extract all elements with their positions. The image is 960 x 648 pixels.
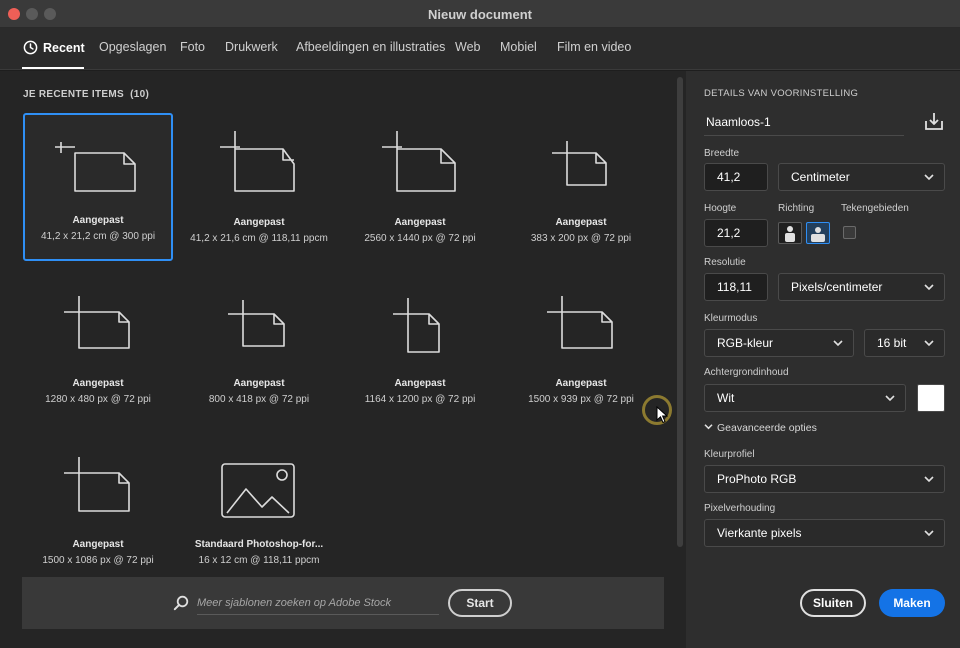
tab-film-video[interactable]: Film en video xyxy=(557,40,631,54)
chevron-down-icon xyxy=(924,284,934,291)
pixel-aspect-select[interactable]: Vierkante pixels xyxy=(704,519,945,547)
recent-item[interactable]: Standaard Photoshop-for... 16 x 12 cm @ … xyxy=(184,437,334,585)
chevron-down-icon xyxy=(924,530,934,537)
title-bar: Nieuw document xyxy=(0,0,960,28)
document-preset-icon xyxy=(547,296,613,349)
artboards-label: Tekengebieden xyxy=(841,203,909,214)
stock-search-bar: Start xyxy=(22,577,664,629)
width-input[interactable]: 41,2 xyxy=(704,163,768,191)
bit-depth-select[interactable]: 16 bit xyxy=(864,329,945,357)
advanced-options-toggle[interactable]: Geavanceerde opties xyxy=(704,422,817,434)
tab-web[interactable]: Web xyxy=(455,40,480,54)
artboards-checkbox[interactable] xyxy=(843,226,856,239)
save-preset-icon[interactable] xyxy=(924,111,944,131)
color-profile-label: Kleurprofiel xyxy=(704,449,755,460)
height-input[interactable]: 21,2 xyxy=(704,219,768,247)
chevron-down-icon xyxy=(704,424,713,430)
tab-recent-label: Recent xyxy=(43,41,85,55)
clock-icon xyxy=(23,40,38,55)
recent-item[interactable]: Aangepast 1500 x 1086 px @ 72 ppi xyxy=(23,437,173,585)
mouse-pointer-icon xyxy=(656,406,668,424)
document-preset-icon xyxy=(55,142,136,192)
resolution-unit-select[interactable]: Pixels/centimeter xyxy=(778,273,945,301)
width-label: Breedte xyxy=(704,148,740,159)
background-select[interactable]: Wit xyxy=(704,384,906,412)
recent-item[interactable]: Aangepast 1500 x 939 px @ 72 ppi xyxy=(506,276,656,424)
preset-details-panel: DETAILS VAN VOORINSTELLING Naamloos-1 Br… xyxy=(686,71,960,648)
preset-details-heading: DETAILS VAN VOORINSTELLING xyxy=(704,88,859,99)
portrait-orientation-button[interactable] xyxy=(778,222,802,244)
chevron-down-icon xyxy=(924,340,934,347)
tab-mobile[interactable]: Mobiel xyxy=(500,40,537,54)
height-label: Hoogte xyxy=(704,203,737,214)
recent-item[interactable]: Aangepast 1280 x 480 px @ 72 ppi xyxy=(23,276,173,424)
color-mode-select[interactable]: RGB-kleur xyxy=(704,329,854,357)
chevron-down-icon xyxy=(924,476,934,483)
recent-item[interactable]: Aangepast 383 x 200 px @ 72 ppi xyxy=(506,115,656,263)
document-preset-icon xyxy=(64,457,130,512)
document-preset-icon xyxy=(552,141,607,186)
search-icon xyxy=(173,595,189,611)
tab-recent[interactable]: Recent xyxy=(23,40,85,55)
recent-items-heading: JE RECENTE ITEMS (10) xyxy=(23,89,150,100)
create-button[interactable]: Maken xyxy=(879,589,945,617)
color-mode-label: Kleurmodus xyxy=(704,313,758,324)
document-preset-icon xyxy=(382,131,456,192)
stock-search-input[interactable] xyxy=(197,591,439,615)
portrait-person-icon xyxy=(785,226,795,242)
preset-name-field[interactable]: Naamloos-1 xyxy=(704,110,904,136)
tab-saved[interactable]: Opgeslagen xyxy=(99,40,166,54)
pixel-aspect-label: Pixelverhouding xyxy=(704,503,776,514)
chevron-down-icon xyxy=(833,340,843,347)
background-color-swatch[interactable] xyxy=(917,384,945,412)
recent-item[interactable]: Aangepast 800 x 418 px @ 72 ppi xyxy=(184,276,334,424)
landscape-person-icon xyxy=(811,227,825,242)
active-tab-indicator xyxy=(22,67,84,69)
document-preset-icon xyxy=(220,131,295,192)
recent-item[interactable]: Aangepast 2560 x 1440 px @ 72 ppi xyxy=(345,115,495,263)
category-tabs: Recent Opgeslagen Foto Drukwerk Afbeeldi… xyxy=(0,28,960,70)
recent-items-panel: JE RECENTE ITEMS (10) Aangepast 41,2 x 2… xyxy=(0,71,686,648)
close-button[interactable]: Sluiten xyxy=(800,589,866,617)
resolution-input[interactable]: 118,11 xyxy=(704,273,768,301)
chevron-down-icon xyxy=(924,174,934,181)
recent-items-count: (10) xyxy=(130,89,150,100)
width-unit-select[interactable]: Centimeter xyxy=(778,163,945,191)
tab-print[interactable]: Drukwerk xyxy=(225,40,278,54)
resolution-label: Resolutie xyxy=(704,257,746,268)
landscape-image-icon xyxy=(221,463,295,518)
recent-items-scrollbar[interactable] xyxy=(677,77,683,547)
tab-photo[interactable]: Foto xyxy=(180,40,205,54)
background-label: Achtergrondinhoud xyxy=(704,367,789,378)
recent-item[interactable]: Aangepast 41,2 x 21,2 cm @ 300 ppi xyxy=(23,113,173,261)
window-title: Nieuw document xyxy=(427,7,532,22)
start-search-button[interactable]: Start xyxy=(448,589,512,617)
recent-item[interactable]: Aangepast 1164 x 1200 px @ 72 ppi xyxy=(345,276,495,424)
landscape-orientation-button[interactable] xyxy=(806,222,830,244)
document-preset-icon xyxy=(228,300,285,347)
chevron-down-icon xyxy=(885,395,895,402)
document-preset-icon xyxy=(393,298,440,353)
color-profile-select[interactable]: ProPhoto RGB xyxy=(704,465,945,493)
orientation-label: Richting xyxy=(778,203,815,214)
document-preset-icon xyxy=(64,296,130,349)
recent-item[interactable]: Aangepast 41,2 x 21,6 cm @ 118,11 ppcm xyxy=(184,115,334,263)
tab-art-illustration[interactable]: Afbeeldingen en illustraties xyxy=(296,40,445,54)
